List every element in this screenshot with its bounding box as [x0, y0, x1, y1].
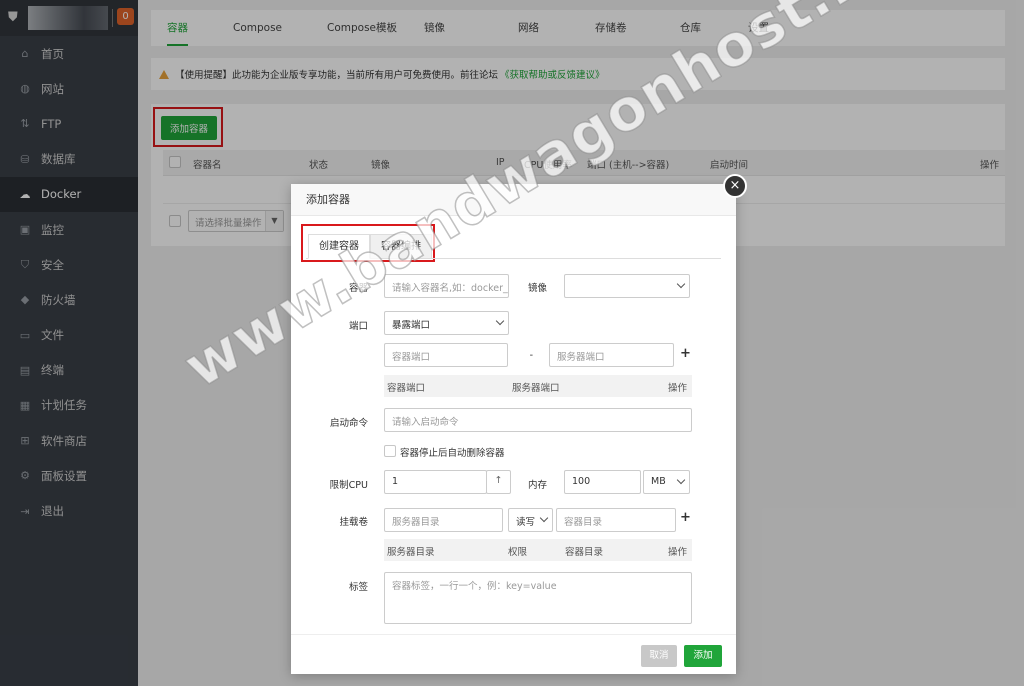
- column-header: 容器目录: [565, 547, 604, 558]
- port-separator: -: [529, 350, 533, 361]
- tag-textarea[interactable]: 容器标签，一行一个，例：key=value: [384, 572, 692, 624]
- volume-mode-select[interactable]: 读写: [508, 508, 553, 532]
- port-type-value: 暴露端口: [392, 320, 431, 331]
- cpu-limit-input[interactable]: 1: [384, 470, 487, 494]
- chevron-down-icon: [676, 475, 686, 485]
- tab-container-compose[interactable]: 容器编排: [370, 234, 432, 259]
- add-port-icon[interactable]: +: [680, 346, 691, 361]
- add-volume-icon[interactable]: +: [680, 510, 691, 525]
- chevron-down-icon: [676, 279, 686, 289]
- port-label: 端口: [348, 321, 368, 332]
- chevron-down-icon: [539, 513, 549, 523]
- close-icon[interactable]: ×: [723, 174, 747, 198]
- image-label: 镜像: [527, 283, 547, 294]
- column-header: 权限: [508, 547, 528, 558]
- auto-remove-label: 容器停止后自动删除容器: [400, 448, 505, 459]
- start-command-label: 启动命令: [329, 418, 368, 429]
- volume-mode-value: 读写: [516, 517, 536, 528]
- container-name-input[interactable]: 请输入容器名,如：docker_1: [384, 274, 509, 298]
- chevron-down-icon: [495, 316, 505, 326]
- dialog-title: 添加容器: [291, 184, 736, 216]
- port-type-select[interactable]: 暴露端口: [384, 311, 509, 335]
- volume-label: 挂载卷: [339, 517, 368, 528]
- tag-label: 标签: [348, 582, 368, 593]
- dialog-footer: 取消 添加: [291, 634, 736, 674]
- memory-unit-select[interactable]: MB: [643, 470, 690, 494]
- container-dir-input[interactable]: 容器目录: [556, 508, 676, 532]
- server-dir-input[interactable]: 服务器目录: [384, 508, 503, 532]
- cpu-stepper-up-icon[interactable]: ↑: [486, 470, 511, 494]
- auto-remove-checkbox[interactable]: [384, 445, 396, 457]
- cpu-limit-label: 限制CPU: [329, 480, 368, 491]
- memory-input[interactable]: 100: [564, 470, 641, 494]
- cancel-button[interactable]: 取消: [641, 645, 677, 667]
- image-select[interactable]: [564, 274, 690, 298]
- container-label: 容器: [348, 283, 368, 294]
- volume-table-header: 服务器目录 权限 容器目录 操作: [384, 539, 692, 561]
- column-header: 操作: [668, 547, 688, 558]
- add-button[interactable]: 添加: [684, 645, 722, 667]
- container-port-input[interactable]: 容器端口: [384, 343, 508, 367]
- column-header: 服务器端口: [512, 383, 560, 394]
- column-header: 容器端口: [387, 383, 426, 394]
- memory-label: 内存: [527, 480, 547, 491]
- add-container-dialog: 添加容器 × 创建容器 容器编排 容器 请输入容器名,如：docker_1 镜像…: [291, 174, 747, 674]
- memory-unit-value: MB: [651, 476, 666, 487]
- start-command-input[interactable]: 请输入启动命令: [384, 408, 692, 432]
- tab-create-container[interactable]: 创建容器: [308, 234, 370, 259]
- dialog-tabs: 创建容器 容器编排: [306, 234, 721, 259]
- port-table-header: 容器端口 服务器端口 操作: [384, 375, 692, 397]
- column-header: 服务器目录: [387, 547, 435, 558]
- server-port-input[interactable]: 服务器端口: [549, 343, 674, 367]
- column-header: 操作: [668, 383, 688, 394]
